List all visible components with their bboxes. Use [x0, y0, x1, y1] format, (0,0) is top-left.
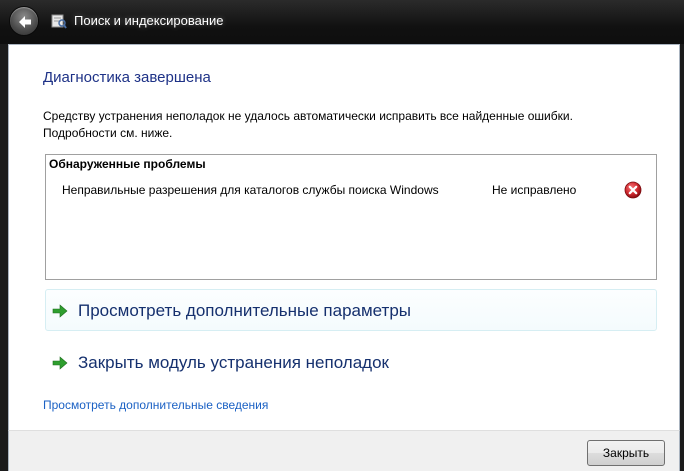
command-label: Закрыть модуль устранения неполадок — [78, 353, 389, 372]
problem-row[interactable]: Неправильные разрешения для каталогов сл… — [46, 181, 656, 203]
title-bar: Поиск и индексирование — [0, 0, 684, 44]
view-advanced-options-link[interactable]: Просмотреть дополнительные параметры — [45, 289, 657, 331]
problem-status: Не исправлено — [492, 183, 577, 197]
close-button[interactable]: Закрыть — [587, 440, 665, 466]
search-indexing-icon — [51, 13, 67, 29]
green-arrow-icon — [52, 304, 68, 318]
window-title: Поиск и индексирование — [74, 13, 224, 28]
content-panel: Диагностика завершена Средству устранени… — [8, 44, 680, 430]
more-details-link[interactable]: Просмотреть дополнительные сведения — [43, 398, 268, 412]
problem-text: Неправильные разрешения для каталогов сл… — [62, 183, 439, 197]
description-text: Средству устранения неполадок не удалось… — [43, 109, 573, 140]
page-heading: Диагностика завершена — [43, 69, 211, 86]
problems-header: Обнаруженные проблемы — [49, 157, 206, 171]
command-label: Просмотреть дополнительные параметры — [78, 301, 412, 320]
problems-list: Обнаруженные проблемы Неправильные разре… — [45, 154, 657, 280]
back-arrow-icon — [19, 16, 31, 28]
close-troubleshooter-link[interactable]: Закрыть модуль устранения неполадок — [45, 341, 657, 383]
footer-bar: Закрыть — [8, 430, 680, 471]
green-arrow-icon — [52, 356, 68, 370]
error-icon — [624, 181, 642, 199]
back-button[interactable] — [9, 6, 39, 36]
